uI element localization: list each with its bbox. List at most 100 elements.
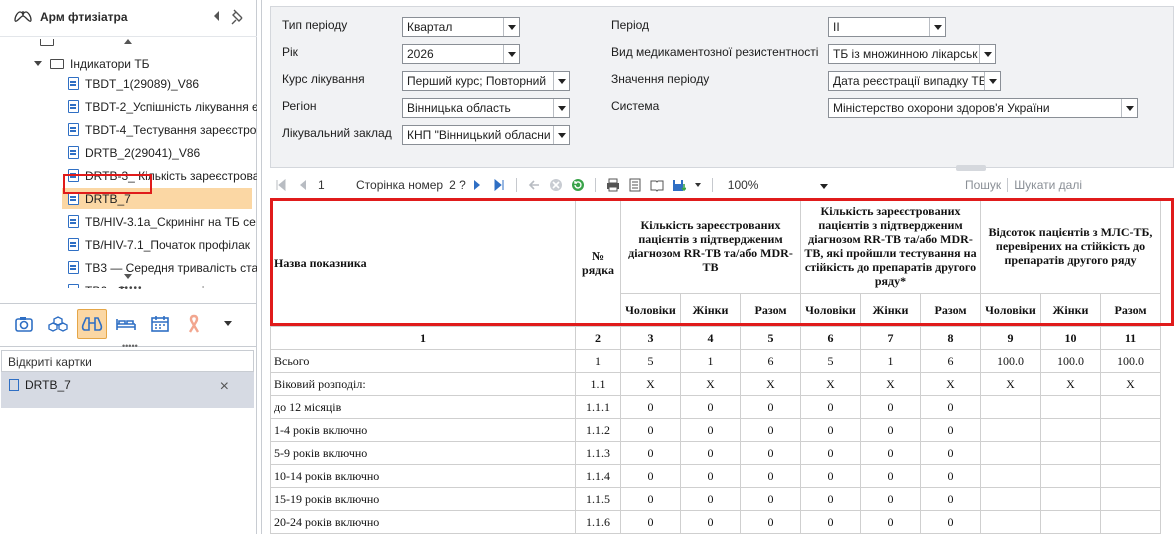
tree-item[interactable]: TBDT-4_Тестування зареєстро — [68, 119, 256, 140]
value-cell: 0 — [740, 510, 801, 534]
table-row: 20-24 років включно 1.1.6 0 0 0 0 0 0 — [270, 510, 1161, 534]
scroll-down-icon[interactable] — [124, 274, 132, 279]
value-cell — [980, 510, 1041, 534]
year-select[interactable]: 2026 — [402, 44, 520, 64]
open-cards-header: Відкриті картки — [1, 350, 254, 372]
table-row: Всього 1 5 1 6 5 1 6 100.0 100.0 100.0 — [270, 349, 1161, 373]
facility-label: Лікувальний заклад — [282, 126, 392, 140]
tree-item[interactable]: ТВ3 — Середня тривалість ста — [68, 257, 257, 278]
book-icon[interactable] — [650, 178, 664, 192]
value-cell: X — [620, 372, 681, 396]
export-icon[interactable] — [672, 178, 686, 192]
select-value: II — [833, 20, 840, 34]
print-icon[interactable] — [606, 178, 620, 192]
refresh-icon[interactable] — [571, 178, 585, 192]
value-cell: 0 — [860, 510, 921, 534]
period-value-select[interactable]: Дата реєстрації випадку ТБ — [828, 71, 1001, 91]
value-cell: 0 — [860, 395, 921, 419]
value-cell: 0 — [680, 510, 741, 534]
value-cell: 0 — [800, 395, 861, 419]
splitter-grip[interactable]: ••••• — [120, 283, 143, 294]
value-cell: 0 — [860, 464, 921, 488]
tree-item-label: TB/HIV-3.1а_Скринінг на ТБ се — [85, 214, 256, 229]
tree-item[interactable]: TB/HIV-7.1_Початок профілак — [68, 234, 250, 255]
back-icon[interactable] — [527, 178, 541, 192]
chevron-down-icon — [553, 72, 569, 90]
value-cell: 0 — [740, 418, 801, 442]
course-select[interactable]: Перший курс; Повторний — [402, 71, 570, 91]
value-cell: X — [920, 372, 981, 396]
stop-icon[interactable] — [549, 178, 563, 192]
value-cell: 0 — [800, 510, 861, 534]
row-number-cell: 1 — [575, 349, 621, 373]
value-cell: 0 — [740, 464, 801, 488]
value-cell: 0 — [800, 441, 861, 465]
col-header-row-no: № рядка — [575, 198, 621, 327]
value-cell: 1 — [860, 349, 921, 373]
col-header-name: Назва показника — [270, 198, 576, 327]
tree-item-partial[interactable] — [40, 39, 60, 49]
resistance-select[interactable]: ТБ із множинною лікарськ — [828, 44, 996, 64]
col-number: 5 — [740, 326, 801, 350]
camera-icon[interactable] — [9, 309, 39, 339]
next-page-icon[interactable] — [470, 178, 484, 192]
prev-page-icon[interactable] — [296, 178, 310, 192]
page-label: Сторінка номер — [356, 178, 444, 192]
facility-select[interactable]: КНП "Вінницький обласни — [402, 125, 570, 145]
zoom-select[interactable]: 100% — [722, 176, 833, 194]
binoculars-icon[interactable] — [77, 308, 107, 339]
dropdown-icon[interactable] — [213, 309, 243, 339]
first-page-icon[interactable] — [274, 178, 288, 192]
scroll-up-icon[interactable] — [124, 39, 132, 44]
table-row: 5-9 років включно 1.1.3 0 0 0 0 0 0 — [270, 441, 1161, 465]
value-cell: 0 — [860, 487, 921, 511]
close-icon[interactable]: × — [220, 379, 229, 395]
filters-collapse-handle[interactable] — [956, 165, 986, 171]
region-select[interactable]: Вінницька область — [402, 98, 570, 118]
tree-item[interactable]: TBDT_1(29089)_V86 — [68, 73, 199, 94]
folder-icon — [50, 58, 64, 69]
system-label: Система — [611, 99, 660, 113]
page-layout-icon[interactable] — [628, 178, 642, 192]
period-select[interactable]: II — [828, 17, 946, 37]
system-select[interactable]: Міністерство охорони здоров'я України — [828, 98, 1138, 118]
chevron-down-icon[interactable] — [34, 61, 42, 66]
tree-item[interactable]: TBDT-2_Успішність лікування є — [68, 96, 257, 117]
value-cell: 0 — [800, 487, 861, 511]
value-cell — [1100, 510, 1161, 534]
value-cell: 1 — [680, 349, 741, 373]
chevron-down-icon[interactable] — [694, 178, 702, 192]
value-cell — [1040, 395, 1101, 419]
tree-item-label: ТВ6 «Охоплення соціальним с — [85, 284, 255, 289]
search-next-link[interactable]: Шукати далі — [1014, 178, 1082, 192]
page-number-input[interactable]: 1 — [318, 178, 348, 192]
value-cell — [1100, 487, 1161, 511]
folder-icon — [40, 39, 54, 46]
calendar-icon[interactable] — [145, 309, 175, 339]
period-type-select[interactable]: Квартал — [402, 17, 520, 37]
lungs-icon — [14, 11, 32, 22]
cubes-icon[interactable] — [43, 309, 73, 339]
value-cell: 100.0 — [1040, 349, 1101, 373]
col-number: 11 — [1100, 326, 1161, 350]
tree-folder-tb-indicators[interactable]: Індикатори ТБ — [34, 53, 150, 74]
tree-item[interactable]: DRTB_2(29041)_V86 — [68, 142, 200, 163]
collapse-panel-icon[interactable] — [214, 11, 219, 21]
tree-item-label: DRTB_2(29041)_V86 — [85, 145, 201, 160]
col-group-percent: Відсоток пацієнтів з МЛС-ТБ, перевірених… — [980, 198, 1161, 294]
last-page-icon[interactable] — [492, 178, 506, 192]
pin-icon[interactable] — [231, 9, 245, 25]
ribbon-icon[interactable] — [179, 309, 209, 339]
value-cell: X — [740, 372, 801, 396]
report-panel: Тип періоду Квартал Рік 2026 Курс лікува… — [261, 0, 1175, 534]
value-cell: 0 — [800, 464, 861, 488]
value-cell: 0 — [620, 441, 681, 465]
tree-item[interactable]: ТВ6 «Охоплення соціальним с — [68, 280, 255, 288]
value-cell: 0 — [680, 464, 741, 488]
bed-icon[interactable] — [111, 309, 141, 339]
select-value: Квартал — [407, 20, 453, 34]
search-link[interactable]: Пошук — [965, 178, 1001, 192]
value-cell: 5 — [800, 349, 861, 373]
tree-item[interactable]: TB/HIV-3.1а_Скринінг на ТБ се — [68, 211, 256, 232]
open-card-item[interactable]: DRTB_7 × — [1, 372, 254, 408]
